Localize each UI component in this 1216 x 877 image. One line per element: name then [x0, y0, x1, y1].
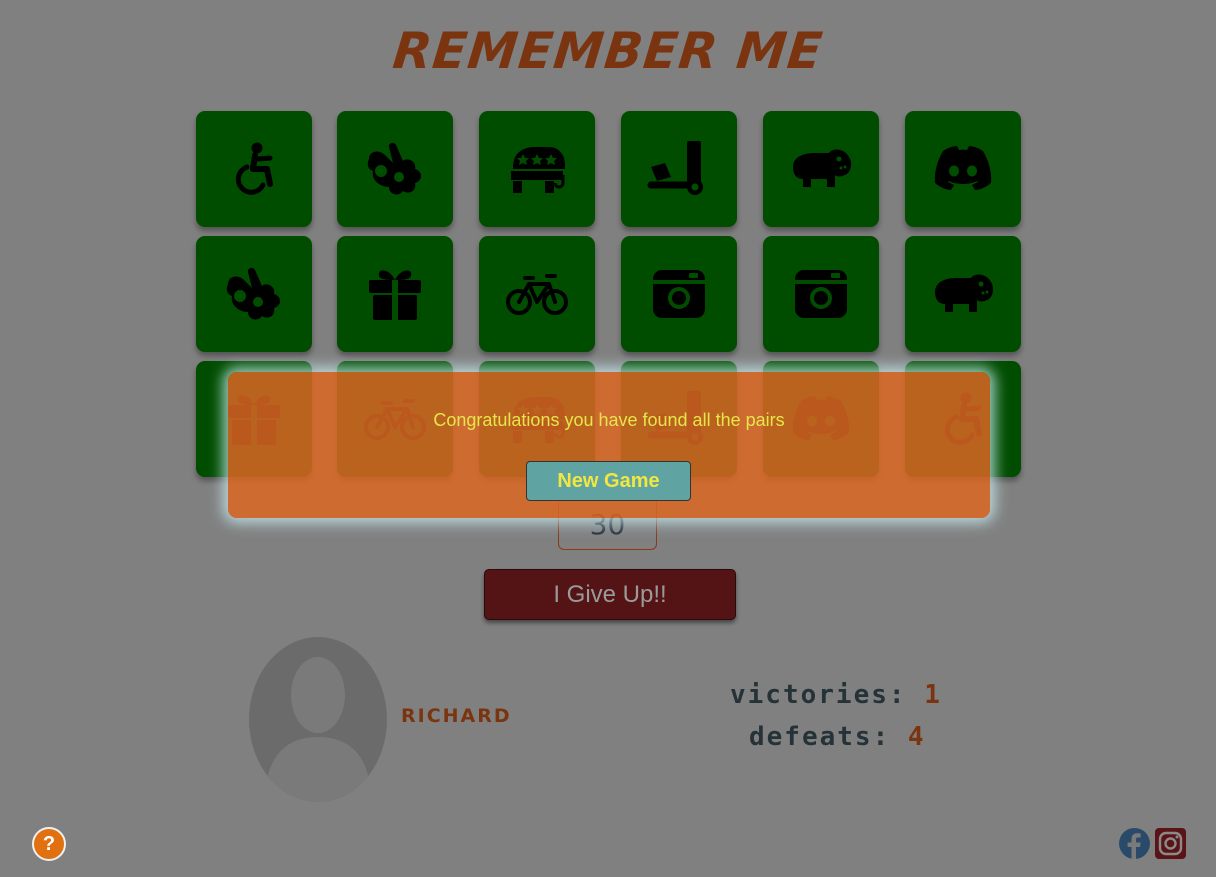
- defeats-stat: defeats: 4: [749, 722, 926, 752]
- victory-modal: Congratulations you have found all the p…: [228, 372, 990, 518]
- memory-card[interactable]: [196, 236, 312, 352]
- player-name: RICHARD: [401, 705, 512, 727]
- victories-label: victories:: [730, 680, 907, 710]
- facebook-icon[interactable]: [1119, 828, 1150, 859]
- victories-stat: victories: 1: [730, 680, 942, 710]
- memory-card[interactable]: [763, 236, 879, 352]
- memory-card[interactable]: [621, 236, 737, 352]
- new-game-button[interactable]: New Game: [526, 461, 691, 501]
- memory-card[interactable]: [479, 111, 595, 227]
- instagram-icon[interactable]: [1155, 828, 1186, 859]
- sign-language-icon: [363, 137, 427, 201]
- republican-elephant-icon: [505, 137, 569, 201]
- help-button[interactable]: ?: [32, 827, 66, 861]
- memory-card[interactable]: [905, 111, 1021, 227]
- defeats-count: 4: [907, 722, 926, 752]
- memory-card[interactable]: [337, 111, 453, 227]
- memory-card[interactable]: [763, 111, 879, 227]
- memory-card[interactable]: [621, 111, 737, 227]
- give-up-button[interactable]: I Give Up!!: [484, 569, 736, 620]
- bicycle-icon: [505, 262, 569, 326]
- camera-icon: [647, 262, 711, 326]
- discord-icon: [931, 137, 995, 201]
- memory-card[interactable]: [196, 111, 312, 227]
- avatar: [249, 637, 387, 802]
- hippo-icon: [789, 137, 853, 201]
- user-silhouette-icon: [265, 657, 371, 802]
- memory-card[interactable]: [479, 236, 595, 352]
- gift-icon: [363, 262, 427, 326]
- camera-icon: [789, 262, 853, 326]
- sign-language-icon: [222, 262, 286, 326]
- hippo-icon: [931, 262, 995, 326]
- wheelchair-icon: [222, 137, 286, 201]
- dolly-icon: [647, 137, 711, 201]
- game-title: REMEMBER ME: [390, 22, 826, 80]
- victories-count: 1: [924, 680, 942, 710]
- victory-message: Congratulations you have found all the p…: [433, 410, 785, 430]
- defeats-label: defeats:: [749, 722, 891, 752]
- memory-card[interactable]: [337, 236, 453, 352]
- memory-card[interactable]: [905, 236, 1021, 352]
